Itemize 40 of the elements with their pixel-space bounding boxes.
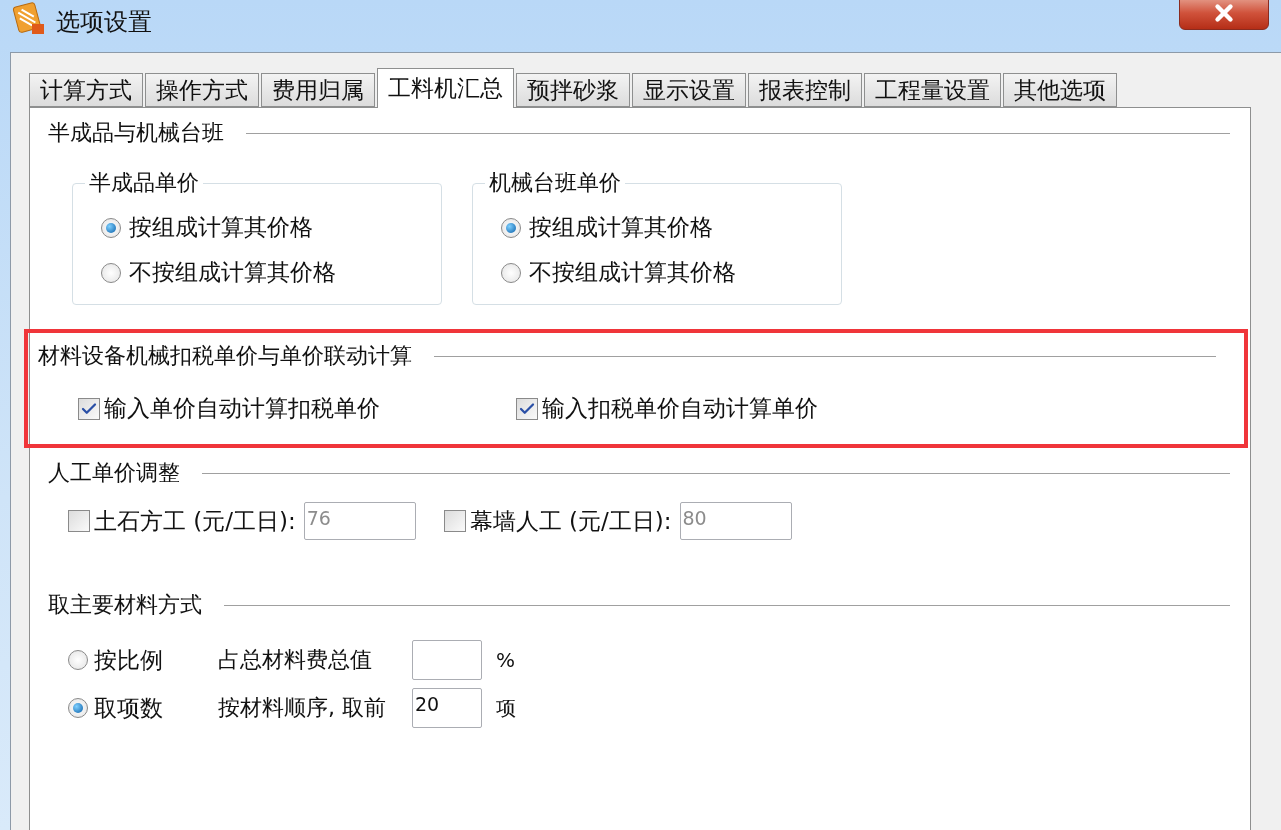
radio-button[interactable] (501, 262, 521, 283)
app-logo-icon (12, 0, 46, 36)
tab[interactable]: 报表控制 (748, 73, 862, 107)
radio-label[interactable]: 按组成计算其价格 (529, 212, 713, 243)
tab[interactable]: 计算方式 (29, 73, 143, 107)
unit-label: % (496, 648, 515, 672)
radio-label[interactable]: 按比例 (94, 644, 163, 676)
field-label: 占总材料费总值 (218, 646, 373, 674)
radio-label[interactable]: 按组成计算其价格 (129, 212, 313, 243)
tab[interactable]: 费用归属 (261, 73, 375, 107)
radio-button[interactable] (68, 698, 88, 718)
tab[interactable]: 其他选项 (1003, 73, 1117, 107)
field-label: 按材料顺序, 取前 (218, 694, 387, 722)
number-field[interactable]: 20 (412, 688, 482, 728)
radio-button[interactable] (68, 650, 88, 670)
checkbox[interactable] (516, 397, 538, 420)
checkbox[interactable] (78, 397, 100, 420)
tab[interactable]: 预拌砂浆 (516, 73, 630, 107)
section-heading: 半成品与机械台班 (48, 119, 224, 147)
radio-label[interactable]: 不按组成计算其价格 (129, 257, 336, 288)
section-heading: 取主要材料方式 (48, 591, 202, 619)
checkbox-label[interactable]: 输入单价自动计算扣税单价 (104, 393, 380, 424)
radio-label[interactable]: 取项数 (94, 692, 163, 724)
radio-button[interactable] (101, 217, 121, 238)
section-heading: 材料设备机械扣税单价与单价联动计算 (38, 342, 412, 370)
tab[interactable]: 显示设置 (632, 73, 746, 107)
close-button[interactable] (1179, 0, 1269, 30)
section-heading: 人工单价调整 (48, 459, 180, 487)
radio-button[interactable] (101, 262, 121, 283)
checkbox-label[interactable]: 输入扣税单价自动计算单价 (542, 393, 818, 424)
radio-label[interactable]: 不按组成计算其价格 (529, 257, 736, 288)
tab[interactable]: 工程量设置 (864, 73, 1001, 107)
tab[interactable]: 操作方式 (145, 73, 259, 107)
radio-button[interactable] (501, 217, 521, 238)
number-field[interactable] (412, 640, 482, 680)
window-title: 选项设置 (56, 7, 152, 38)
unit-label: 项 (496, 694, 516, 722)
group-title: 半成品单价 (88, 169, 200, 197)
tab[interactable]: 工料机汇总 (377, 68, 514, 108)
group-title: 机械台班单价 (488, 169, 622, 197)
